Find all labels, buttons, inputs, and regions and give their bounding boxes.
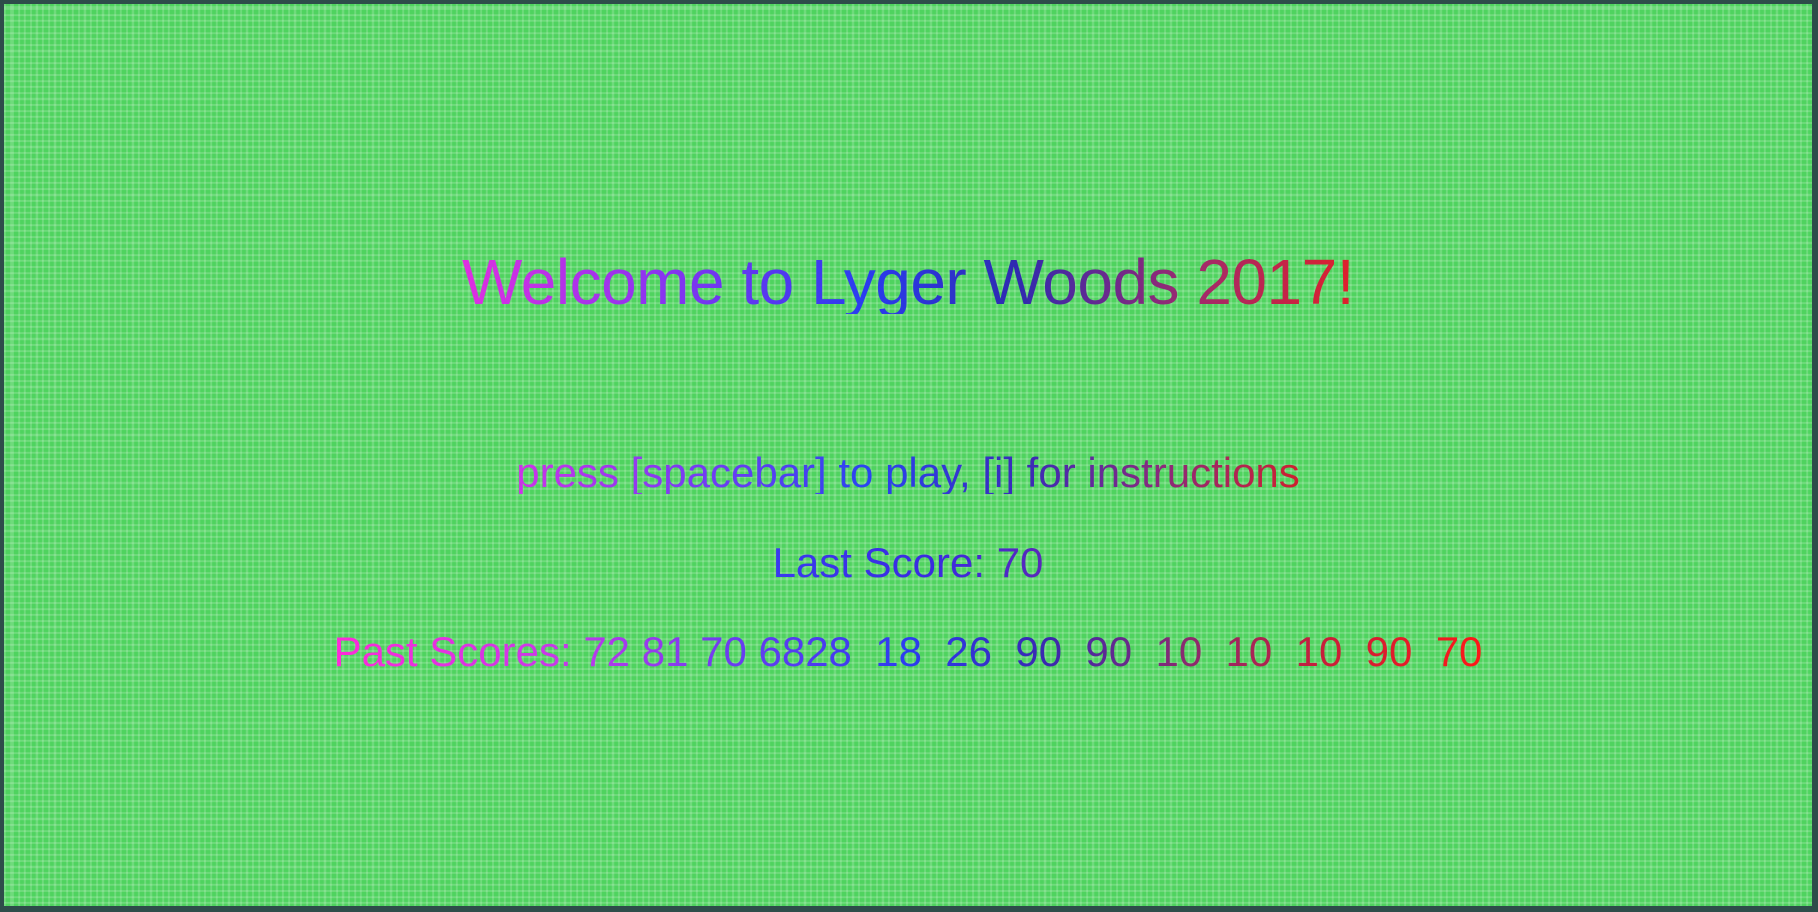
past-scores: Past Scores: 72 81 70 6828 18 26 90 90 1… [4,631,1812,673]
title-heading: Welcome to Lyger Woods 2017! [4,250,1812,314]
start-prompt: press [spacebar] to play, [i] for instru… [4,452,1812,494]
start-prompt-text: press [spacebar] to play, [i] for instru… [516,449,1300,496]
last-score-text: Last Score: 70 [772,539,1044,586]
game-canvas[interactable]: Welcome to Lyger Woods 2017! press [spac… [0,0,1818,912]
title-text: Welcome to Lyger Woods 2017! [462,246,1354,318]
past-scores-text: Past Scores: 72 81 70 6828 18 26 90 90 1… [333,628,1483,675]
last-score: Last Score: 70 [4,542,1812,584]
